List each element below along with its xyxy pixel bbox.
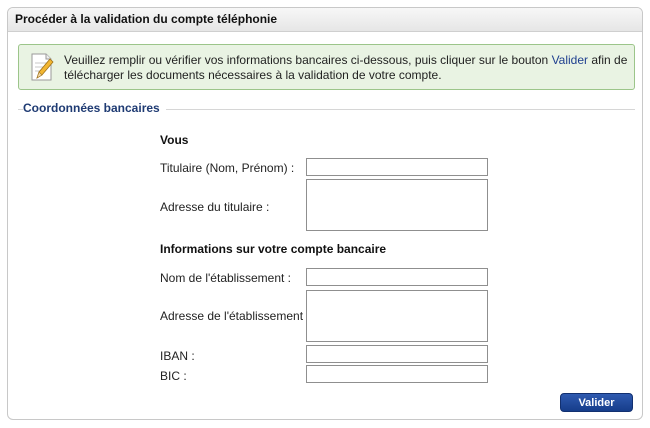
validation-panel: Procéder à la validation du compte télép… [7, 7, 643, 420]
adresse-etablissement-label: Adresse de l'établissement : [160, 309, 310, 323]
panel-title: Procéder à la validation du compte télép… [8, 8, 642, 32]
note-pencil-icon [31, 53, 54, 81]
adresse-titulaire-textarea[interactable] [306, 179, 488, 231]
adresse-titulaire-label: Adresse du titulaire : [160, 200, 270, 214]
adresse-etablissement-textarea[interactable] [306, 290, 488, 342]
group-title-banque: Informations sur votre compte bancaire [160, 242, 387, 256]
titulaire-label: Titulaire (Nom, Prénom) : [160, 161, 295, 175]
group-title-vous: Vous [160, 133, 189, 147]
section-title: Coordonnées bancaires [23, 101, 166, 115]
bic-label: BIC : [160, 369, 187, 383]
bic-input[interactable] [306, 365, 488, 383]
nom-etablissement-input[interactable] [306, 268, 488, 286]
iban-label: IBAN : [160, 349, 195, 363]
info-text-before: Veuillez remplir ou vérifier vos informa… [64, 53, 552, 67]
titulaire-input[interactable] [306, 158, 488, 176]
valider-button[interactable]: Valider [560, 393, 633, 412]
iban-input[interactable] [306, 345, 488, 363]
info-text: Veuillez remplir ou vérifier vos informa… [64, 53, 629, 83]
info-message: Veuillez remplir ou vérifier vos informa… [18, 44, 635, 90]
nom-etablissement-label: Nom de l'établissement : [160, 271, 292, 285]
info-valider-link: Valider [551, 53, 589, 67]
